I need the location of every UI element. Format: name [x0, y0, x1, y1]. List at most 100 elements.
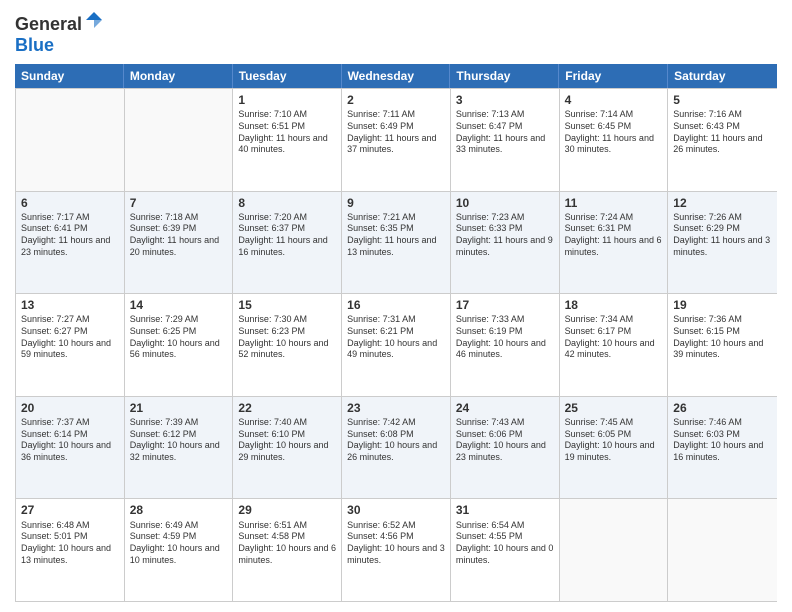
- header-day-tuesday: Tuesday: [233, 64, 342, 88]
- cell-info: Sunrise: 7:26 AM Sunset: 6:29 PM Dayligh…: [673, 212, 772, 259]
- header: General Blue: [15, 10, 777, 56]
- calendar-cell: 3Sunrise: 7:13 AM Sunset: 6:47 PM Daylig…: [451, 89, 560, 191]
- day-number: 2: [347, 92, 445, 108]
- calendar-cell: 22Sunrise: 7:40 AM Sunset: 6:10 PM Dayli…: [233, 397, 342, 499]
- day-number: 21: [130, 400, 228, 416]
- day-number: 15: [238, 297, 336, 313]
- cell-info: Sunrise: 7:37 AM Sunset: 6:14 PM Dayligh…: [21, 417, 119, 464]
- cell-info: Sunrise: 7:39 AM Sunset: 6:12 PM Dayligh…: [130, 417, 228, 464]
- calendar-cell: 29 Sunrise: 6:51 AM Sunset: 4:58 PM Dayli…: [233, 499, 342, 601]
- calendar-cell: 15Sunrise: 7:30 AM Sunset: 6:23 PM Dayli…: [233, 294, 342, 396]
- calendar-cell: 4Sunrise: 7:14 AM Sunset: 6:45 PM Daylig…: [560, 89, 669, 191]
- calendar-cell: 26Sunrise: 7:46 AM Sunset: 6:03 PM Dayli…: [668, 397, 777, 499]
- cell-info: Sunrise: 6:48 AM Sunset: 5:01 PM Dayligh…: [21, 520, 119, 567]
- cell-info: Sunrise: 7:24 AM Sunset: 6:31 PM Dayligh…: [565, 212, 663, 259]
- calendar-cell: 20Sunrise: 7:37 AM Sunset: 6:14 PM Dayli…: [16, 397, 125, 499]
- logo-general: General: [15, 14, 82, 34]
- cell-info: Sunrise: 7:45 AM Sunset: 6:05 PM Dayligh…: [565, 417, 663, 464]
- day-number: 28: [130, 502, 228, 518]
- calendar-cell: 1Sunrise: 7:10 AM Sunset: 6:51 PM Daylig…: [233, 89, 342, 191]
- calendar-header: SundayMondayTuesdayWednesdayThursdayFrid…: [15, 64, 777, 88]
- day-number: 1: [238, 92, 336, 108]
- day-number: 29: [238, 502, 336, 518]
- cell-info: Sunrise: 7:10 AM Sunset: 6:51 PM Dayligh…: [238, 109, 336, 156]
- day-number: 31: [456, 502, 554, 518]
- calendar-cell: 11Sunrise: 7:24 AM Sunset: 6:31 PM Dayli…: [560, 192, 669, 294]
- day-number: 6: [21, 195, 119, 211]
- day-number: 19: [673, 297, 772, 313]
- calendar-cell: [16, 89, 125, 191]
- day-number: 25: [565, 400, 663, 416]
- calendar-cell: 16Sunrise: 7:31 AM Sunset: 6:21 PM Dayli…: [342, 294, 451, 396]
- day-number: 13: [21, 297, 119, 313]
- cell-info: Sunrise: 6:54 AM Sunset: 4:55 PM Dayligh…: [456, 520, 554, 567]
- logo-icon: [84, 10, 104, 30]
- calendar-cell: 12Sunrise: 7:26 AM Sunset: 6:29 PM Dayli…: [668, 192, 777, 294]
- logo-blue: Blue: [15, 35, 54, 55]
- cell-info: Sunrise: 6:52 AM Sunset: 4:56 PM Dayligh…: [347, 520, 445, 567]
- header-day-monday: Monday: [124, 64, 233, 88]
- cell-info: Sunrise: 7:13 AM Sunset: 6:47 PM Dayligh…: [456, 109, 554, 156]
- day-number: 26: [673, 400, 772, 416]
- header-day-sunday: Sunday: [15, 64, 124, 88]
- day-number: 20: [21, 400, 119, 416]
- calendar-row-3: 13Sunrise: 7:27 AM Sunset: 6:27 PM Dayli…: [16, 293, 777, 396]
- calendar-cell: 5Sunrise: 7:16 AM Sunset: 6:43 PM Daylig…: [668, 89, 777, 191]
- calendar-cell: 7Sunrise: 7:18 AM Sunset: 6:39 PM Daylig…: [125, 192, 234, 294]
- day-number: 4: [565, 92, 663, 108]
- calendar-row-1: 1Sunrise: 7:10 AM Sunset: 6:51 PM Daylig…: [16, 88, 777, 191]
- day-number: 10: [456, 195, 554, 211]
- day-number: 22: [238, 400, 336, 416]
- cell-info: Sunrise: 7:30 AM Sunset: 6:23 PM Dayligh…: [238, 314, 336, 361]
- cell-info: Sunrise: 7:33 AM Sunset: 6:19 PM Dayligh…: [456, 314, 554, 361]
- calendar-cell: [125, 89, 234, 191]
- cell-info: Sunrise: 7:42 AM Sunset: 6:08 PM Dayligh…: [347, 417, 445, 464]
- cell-info: Sunrise: 7:46 AM Sunset: 6:03 PM Dayligh…: [673, 417, 772, 464]
- day-number: 30: [347, 502, 445, 518]
- calendar-cell: 28 Sunrise: 6:49 AM Sunset: 4:59 PM Dayli…: [125, 499, 234, 601]
- day-number: 14: [130, 297, 228, 313]
- calendar-cell: 6Sunrise: 7:17 AM Sunset: 6:41 PM Daylig…: [16, 192, 125, 294]
- day-number: 3: [456, 92, 554, 108]
- calendar-cell: [560, 499, 669, 601]
- calendar-body: 1Sunrise: 7:10 AM Sunset: 6:51 PM Daylig…: [15, 88, 777, 602]
- calendar-cell: 21Sunrise: 7:39 AM Sunset: 6:12 PM Dayli…: [125, 397, 234, 499]
- cell-info: Sunrise: 7:18 AM Sunset: 6:39 PM Dayligh…: [130, 212, 228, 259]
- calendar-cell: 25Sunrise: 7:45 AM Sunset: 6:05 PM Dayli…: [560, 397, 669, 499]
- calendar-cell: 10Sunrise: 7:23 AM Sunset: 6:33 PM Dayli…: [451, 192, 560, 294]
- cell-info: Sunrise: 7:27 AM Sunset: 6:27 PM Dayligh…: [21, 314, 119, 361]
- day-number: 23: [347, 400, 445, 416]
- calendar-cell: 13Sunrise: 7:27 AM Sunset: 6:27 PM Dayli…: [16, 294, 125, 396]
- cell-info: Sunrise: 6:49 AM Sunset: 4:59 PM Dayligh…: [130, 520, 228, 567]
- day-number: 9: [347, 195, 445, 211]
- calendar-cell: 31 Sunrise: 6:54 AM Sunset: 4:55 PM Dayli…: [451, 499, 560, 601]
- cell-info: Sunrise: 7:31 AM Sunset: 6:21 PM Dayligh…: [347, 314, 445, 361]
- cell-info: Sunrise: 7:40 AM Sunset: 6:10 PM Dayligh…: [238, 417, 336, 464]
- calendar-cell: 30 Sunrise: 6:52 AM Sunset: 4:56 PM Dayli…: [342, 499, 451, 601]
- header-day-thursday: Thursday: [450, 64, 559, 88]
- header-day-wednesday: Wednesday: [342, 64, 451, 88]
- day-number: 24: [456, 400, 554, 416]
- cell-info: Sunrise: 7:14 AM Sunset: 6:45 PM Dayligh…: [565, 109, 663, 156]
- logo: General Blue: [15, 10, 104, 56]
- calendar-cell: 23Sunrise: 7:42 AM Sunset: 6:08 PM Dayli…: [342, 397, 451, 499]
- cell-info: Sunrise: 7:29 AM Sunset: 6:25 PM Dayligh…: [130, 314, 228, 361]
- day-number: 27: [21, 502, 119, 518]
- day-number: 7: [130, 195, 228, 211]
- cell-info: Sunrise: 7:43 AM Sunset: 6:06 PM Dayligh…: [456, 417, 554, 464]
- cell-info: Sunrise: 6:51 AM Sunset: 4:58 PM Dayligh…: [238, 520, 336, 567]
- calendar-cell: 9Sunrise: 7:21 AM Sunset: 6:35 PM Daylig…: [342, 192, 451, 294]
- calendar-row-2: 6Sunrise: 7:17 AM Sunset: 6:41 PM Daylig…: [16, 191, 777, 294]
- day-number: 17: [456, 297, 554, 313]
- calendar-cell: 14Sunrise: 7:29 AM Sunset: 6:25 PM Dayli…: [125, 294, 234, 396]
- calendar: SundayMondayTuesdayWednesdayThursdayFrid…: [15, 64, 777, 602]
- day-number: 16: [347, 297, 445, 313]
- day-number: 8: [238, 195, 336, 211]
- day-number: 12: [673, 195, 772, 211]
- cell-info: Sunrise: 7:36 AM Sunset: 6:15 PM Dayligh…: [673, 314, 772, 361]
- cell-info: Sunrise: 7:20 AM Sunset: 6:37 PM Dayligh…: [238, 212, 336, 259]
- calendar-cell: 17Sunrise: 7:33 AM Sunset: 6:19 PM Dayli…: [451, 294, 560, 396]
- cell-info: Sunrise: 7:16 AM Sunset: 6:43 PM Dayligh…: [673, 109, 772, 156]
- calendar-cell: 8Sunrise: 7:20 AM Sunset: 6:37 PM Daylig…: [233, 192, 342, 294]
- day-number: 5: [673, 92, 772, 108]
